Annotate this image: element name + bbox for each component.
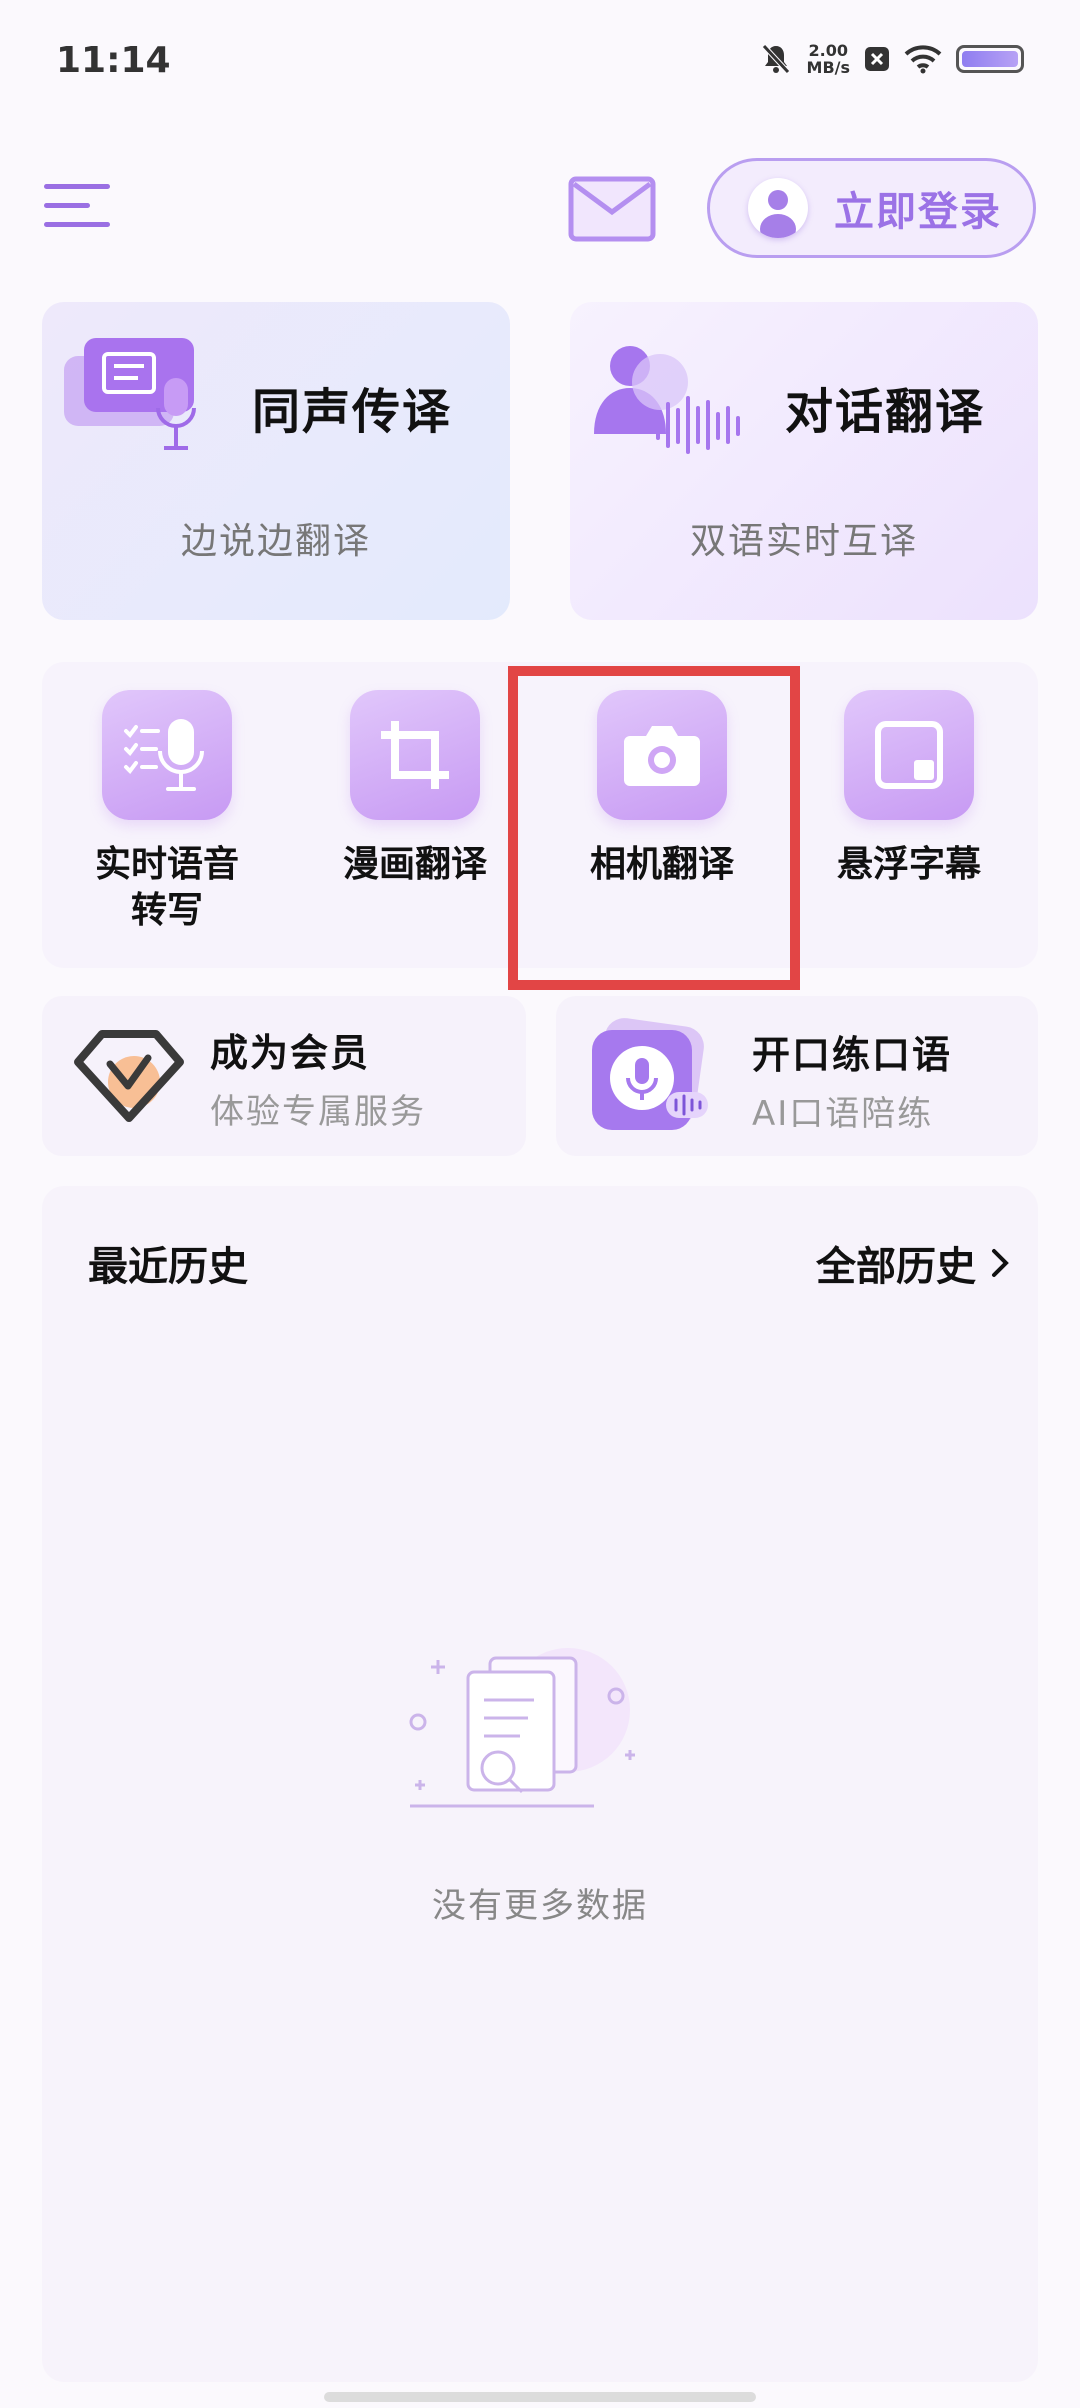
status-icons: 2.00 MB/s: [759, 42, 1024, 76]
wifi-icon: [904, 45, 942, 74]
status-time: 11:14: [56, 40, 171, 81]
card-title: 同声传译: [252, 384, 453, 440]
card-subtitle: 双语实时互译: [689, 521, 918, 562]
dialogue-translation-card[interactable]: 对话翻译 双语实时互译: [570, 302, 1038, 620]
empty-document-icon: [409, 1648, 635, 1808]
mail-icon[interactable]: [568, 176, 656, 242]
vip-card[interactable]: 成为会员 体验专属服务: [42, 996, 526, 1156]
card-title: 对话翻译: [785, 384, 986, 440]
tool-label: 漫画翻译: [342, 844, 487, 885]
login-button[interactable]: 立即登录: [707, 158, 1036, 258]
speed-unit: MB/s: [806, 58, 850, 77]
tool-floating-subtitles[interactable]: 悬浮字幕: [804, 690, 1014, 888]
simultaneous-interpretation-card[interactable]: 同声传译 边说边翻译: [42, 302, 510, 620]
tool-label: 实时语音 转写: [94, 844, 239, 931]
promo-subtitle: AI口语陪练: [752, 1094, 934, 1134]
oral-practice-icon: [592, 1018, 708, 1130]
network-speed: 2.00 MB/s: [807, 42, 850, 76]
avatar-icon: [748, 178, 808, 238]
tool-comic-translation[interactable]: 漫画翻译: [310, 690, 520, 888]
chevron-right-icon: [992, 1249, 1009, 1277]
history-title: 最近历史: [88, 1244, 248, 1290]
promo-title: 成为会员: [210, 1031, 371, 1075]
vip-diamond-icon: [74, 1030, 184, 1122]
mic-list-icon: [102, 690, 232, 820]
blocked-icon: [865, 47, 889, 71]
all-history-link[interactable]: 全部历史: [816, 1234, 1010, 1292]
voice-person-icon: [594, 346, 740, 454]
login-label: 立即登录: [834, 189, 1002, 235]
highlight-box: [508, 666, 800, 990]
all-history-label: 全部历史: [816, 1244, 976, 1290]
battery-icon: [956, 45, 1024, 73]
card-subtitle: 边说边翻译: [180, 521, 371, 562]
crop-icon: [350, 690, 480, 820]
empty-state-text: 没有更多数据: [432, 1886, 648, 1926]
presentation-mic-icon: [64, 338, 196, 450]
promo-subtitle: 体验专属服务: [210, 1092, 426, 1132]
tool-label: 悬浮字幕: [836, 844, 981, 885]
oral-practice-card[interactable]: 开口练口语 AI口语陪练: [556, 996, 1038, 1156]
promo-title: 开口练口语: [752, 1033, 953, 1077]
menu-icon[interactable]: [44, 182, 114, 230]
home-indicator[interactable]: [324, 2392, 756, 2402]
floating-window-icon: [844, 690, 974, 820]
speed-value: 2.00: [808, 41, 848, 60]
tool-realtime-transcription[interactable]: 实时语音 转写: [62, 690, 272, 934]
mute-bell-icon: [761, 44, 790, 74]
